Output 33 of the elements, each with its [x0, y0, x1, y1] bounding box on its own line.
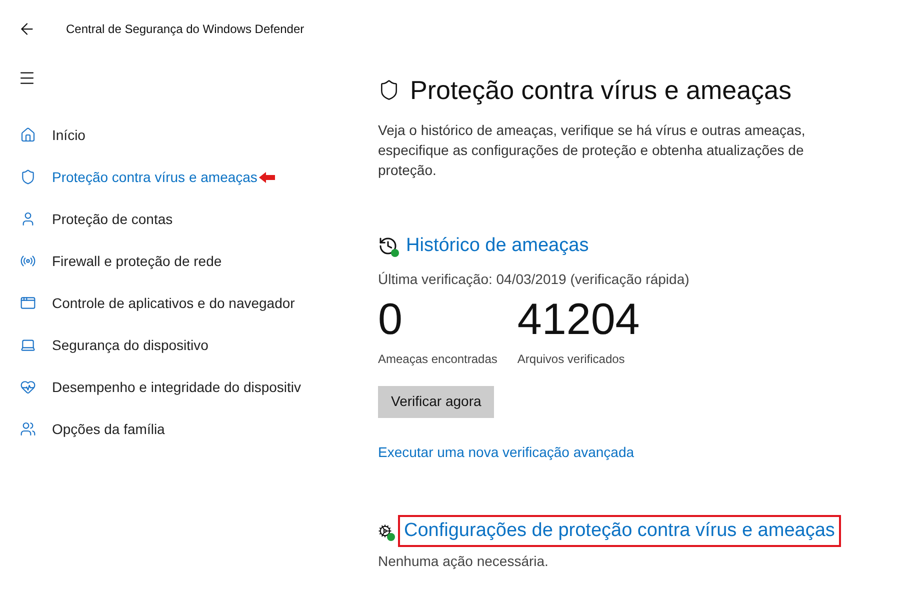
sidebar-item[interactable]: Proteção contra vírus e ameaças — [0, 156, 350, 198]
sidebar-item[interactable]: Controle de aplicativos e do navegador — [0, 282, 350, 324]
history-icon — [378, 236, 398, 256]
advanced-scan-link[interactable]: Executar uma nova verificação avançada — [378, 442, 634, 462]
scan-button[interactable]: Verificar agora — [378, 386, 494, 418]
stat-label: Ameaças encontradas — [378, 350, 498, 368]
section-heading: Histórico de ameaças — [406, 234, 589, 258]
last-scan-text: Última verificação: 04/03/2019 (verificação rápida) — [378, 270, 690, 289]
window-icon — [20, 295, 36, 311]
sidebar-item[interactable]: Firewall e proteção de rede — [0, 240, 350, 282]
sidebar-item[interactable]: Início — [0, 114, 350, 156]
sidebar-item[interactable]: Segurança do dispositivo — [0, 324, 350, 366]
stat-value: 41204 — [517, 294, 640, 346]
shield-icon — [20, 169, 36, 185]
house-icon — [20, 127, 36, 143]
sidebar-item[interactable]: Desempenho e integridade do dispositiv — [0, 366, 350, 408]
laptop-icon — [20, 337, 36, 353]
sidebar-item[interactable]: Proteção de contas — [0, 198, 350, 240]
gears-icon — [378, 524, 392, 538]
status-text: Nenhuma ação necessária. — [378, 552, 550, 571]
sidebar-item[interactable]: Opções da família — [0, 408, 350, 450]
stat-label: Arquivos verificados — [517, 350, 626, 368]
menu-icon[interactable] — [18, 69, 36, 87]
page-description: Veja o histórico de ameaças, verifique se há vírus e outras ameaças, especifique as configurações de proteção e obtenha atualizações de proteção. — [378, 121, 806, 180]
section-heading[interactable]: Configurações de proteção contra vírus e ameaças — [398, 514, 841, 547]
window-title: Central de Segurança do Windows Defender — [66, 21, 304, 38]
heart-icon — [20, 379, 36, 395]
person-icon — [20, 211, 36, 227]
people-icon — [20, 421, 36, 437]
shield-icon — [378, 79, 400, 101]
stat-value: 0 — [378, 294, 404, 346]
antenna-icon — [20, 253, 36, 269]
page-title: Proteção contra vírus e ameaças — [410, 74, 792, 107]
